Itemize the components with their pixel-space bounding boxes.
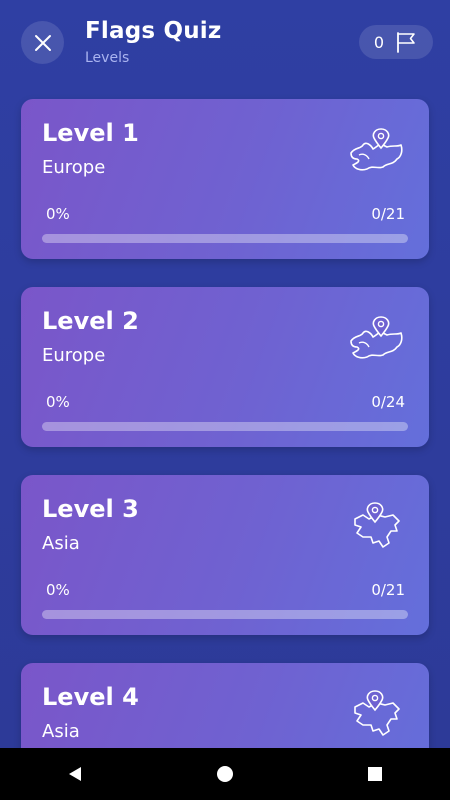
level-progress-bar bbox=[42, 422, 408, 431]
close-button[interactable] bbox=[21, 21, 64, 64]
level-title: Level 1 bbox=[42, 119, 139, 147]
score-badge[interactable]: 0 bbox=[359, 25, 433, 59]
home-button[interactable] bbox=[195, 748, 255, 800]
level-count: 0/24 bbox=[371, 393, 405, 411]
close-icon bbox=[34, 34, 51, 51]
app-screen: Flags Quiz Levels 0 Level 1 Europe 0% 0/… bbox=[0, 0, 450, 748]
page-title: Flags Quiz bbox=[85, 18, 222, 44]
europe-map-pin-icon bbox=[350, 128, 403, 171]
level-card-4[interactable]: Level 4 Asia bbox=[21, 663, 429, 748]
asia-map-pin-icon bbox=[354, 502, 400, 548]
level-count: 0/21 bbox=[371, 205, 405, 223]
level-region: Asia bbox=[42, 721, 80, 742]
level-count: 0/21 bbox=[371, 581, 405, 599]
asia-map-pin-icon bbox=[354, 690, 400, 736]
back-button[interactable] bbox=[45, 748, 105, 800]
level-region: Asia bbox=[42, 533, 80, 554]
recents-square-icon bbox=[368, 767, 382, 781]
level-percent: 0% bbox=[46, 205, 70, 223]
home-circle-icon bbox=[217, 766, 233, 782]
score-value: 0 bbox=[373, 32, 385, 52]
page-subtitle: Levels bbox=[85, 50, 130, 66]
level-percent: 0% bbox=[46, 581, 70, 599]
recents-button[interactable] bbox=[345, 748, 405, 800]
level-progress-bar bbox=[42, 234, 408, 243]
back-triangle-icon bbox=[69, 767, 81, 781]
level-percent: 0% bbox=[46, 393, 70, 411]
flag-icon bbox=[397, 32, 415, 53]
level-region: Europe bbox=[42, 157, 106, 178]
level-title: Level 2 bbox=[42, 307, 139, 335]
level-progress-bar bbox=[42, 610, 408, 619]
level-region: Europe bbox=[42, 345, 106, 366]
level-card-3[interactable]: Level 3 Asia 0% 0/21 bbox=[21, 475, 429, 635]
level-card-2[interactable]: Level 2 Europe 0% 0/24 bbox=[21, 287, 429, 447]
europe-map-pin-icon bbox=[350, 316, 403, 359]
level-title: Level 4 bbox=[42, 683, 139, 711]
header: Flags Quiz Levels 0 bbox=[0, 0, 450, 90]
level-title: Level 3 bbox=[42, 495, 139, 523]
level-card-1[interactable]: Level 1 Europe 0% 0/21 bbox=[21, 99, 429, 259]
system-navigation-bar bbox=[0, 748, 450, 800]
